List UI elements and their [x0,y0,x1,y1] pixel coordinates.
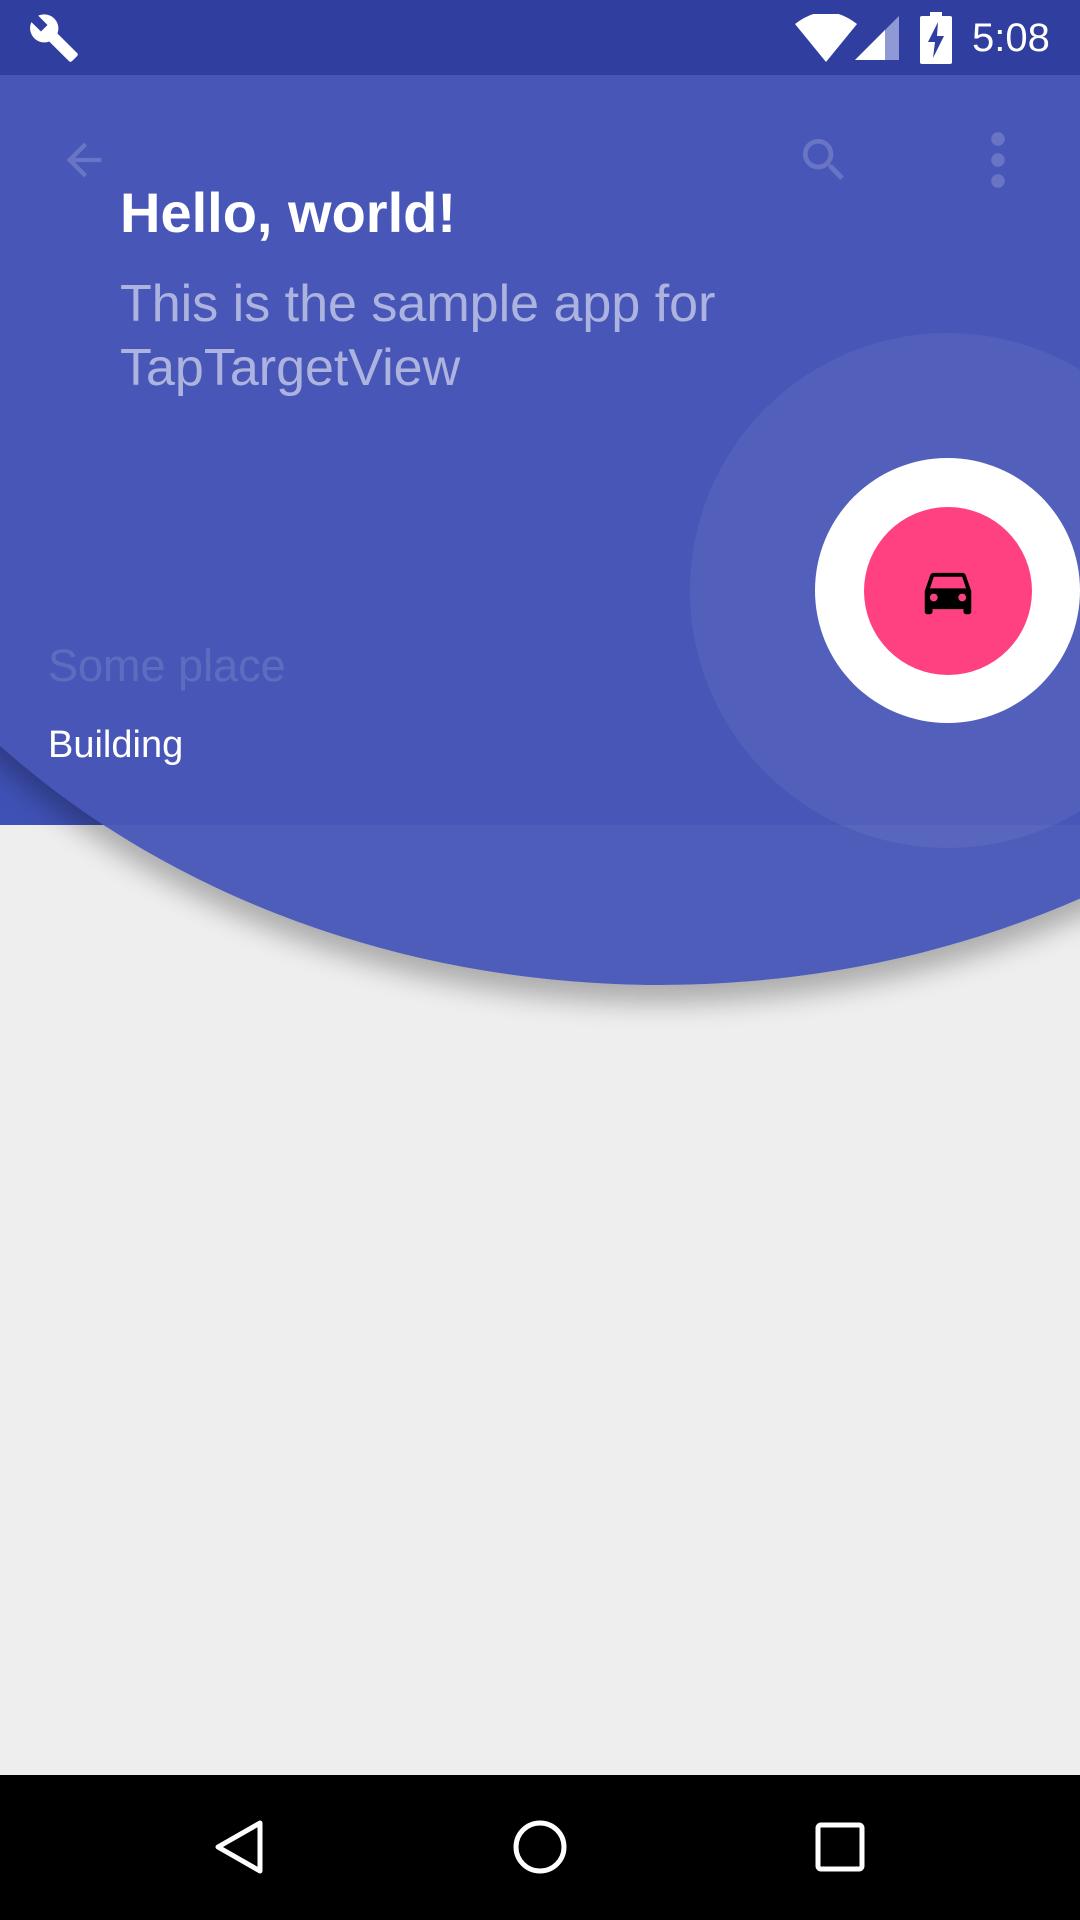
car-fab-button[interactable] [864,507,1032,675]
wifi-icon [795,14,857,62]
tap-target-title: Hello, world! [120,181,456,244]
recents-square-icon[interactable] [808,1815,872,1879]
tap-target-overlay[interactable]: Hello, world! This is the sample app for… [0,0,1080,1920]
back-arrow-icon[interactable] [58,134,110,186]
search-icon[interactable] [796,132,852,188]
wrench-icon [30,14,78,62]
navigation-bar [0,1775,1080,1920]
home-circle-icon[interactable] [508,1815,572,1879]
place-subtitle: Building [48,724,184,766]
back-triangle-icon[interactable] [208,1815,272,1879]
status-clock: 5:08 [972,16,1050,60]
car-icon [924,572,972,615]
tap-target-description: This is the sample app for TapTargetView [120,275,716,397]
place-title: Some place [48,640,286,691]
status-bar: 5:08 [0,0,1080,75]
signal-icon [855,16,899,60]
battery-charging-icon [920,12,952,64]
more-vert-icon[interactable] [980,130,1016,190]
